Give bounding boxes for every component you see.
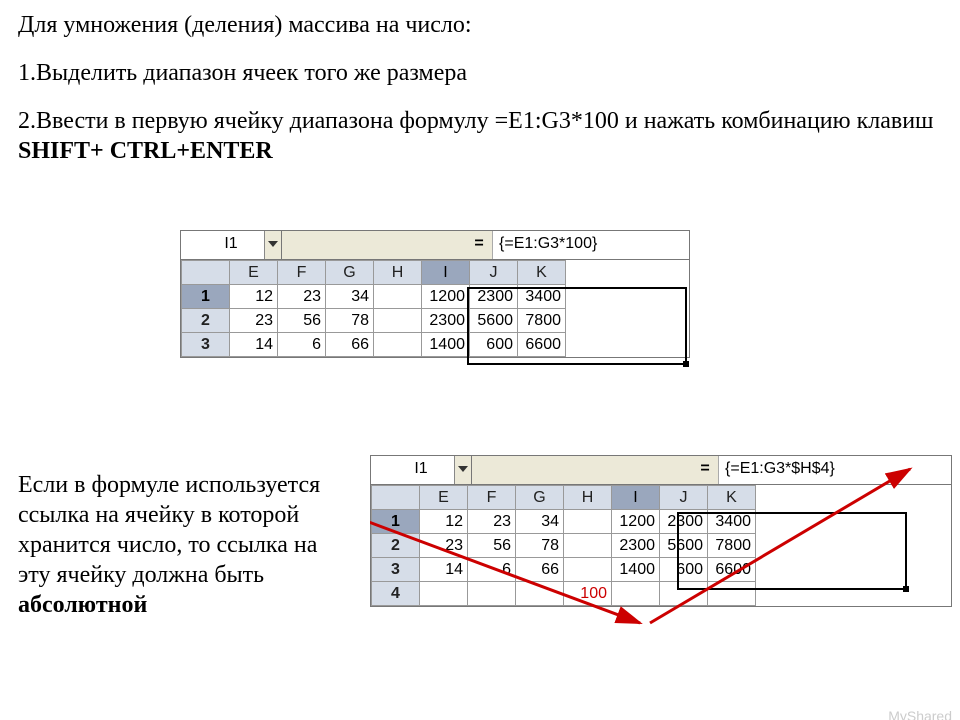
cell[interactable] (660, 582, 708, 606)
formula-input[interactable]: {=E1:G3*$H$4} (719, 456, 951, 484)
col-header[interactable]: J (470, 261, 518, 285)
note-text: Если в формуле используется ссылка на яч… (18, 472, 320, 588)
col-header[interactable]: K (708, 486, 756, 510)
absolute-ref-note: Если в формуле используется ссылка на яч… (18, 470, 348, 620)
step-2-text: 2.Ввести в первую ячейку диапазона форму… (18, 108, 934, 134)
select-all-corner[interactable] (372, 486, 420, 510)
cell[interactable]: 23 (420, 534, 468, 558)
cell[interactable]: 7800 (518, 309, 566, 333)
cell[interactable]: 12 (420, 510, 468, 534)
cell[interactable]: 1200 (612, 510, 660, 534)
watermark: MyShared (888, 708, 952, 720)
cell[interactable] (468, 582, 516, 606)
cell[interactable]: 56 (468, 534, 516, 558)
cell[interactable]: 5600 (660, 534, 708, 558)
cell[interactable]: 66 (516, 558, 564, 582)
row-header[interactable]: 1 (182, 285, 230, 309)
cell[interactable]: 56 (278, 309, 326, 333)
cell[interactable] (374, 285, 422, 309)
select-all-corner[interactable] (182, 261, 230, 285)
cell[interactable]: 14 (230, 333, 278, 357)
name-box[interactable]: I1 (371, 456, 472, 484)
cell[interactable]: 1200 (422, 285, 470, 309)
cell[interactable] (374, 309, 422, 333)
cell[interactable]: 23 (278, 285, 326, 309)
spreadsheet-1: I1 = {=E1:G3*100} E F G H I J K 1 12 23 … (180, 230, 690, 358)
intro-line: Для умножения (деления) массива на число… (18, 10, 942, 40)
cell[interactable]: 1400 (612, 558, 660, 582)
cell[interactable]: 3400 (708, 510, 756, 534)
col-header[interactable]: G (516, 486, 564, 510)
cell[interactable]: 2300 (470, 285, 518, 309)
cell[interactable] (564, 534, 612, 558)
cell[interactable]: 600 (470, 333, 518, 357)
cell[interactable]: 7800 (708, 534, 756, 558)
cell[interactable]: 6 (278, 333, 326, 357)
row-header[interactable]: 3 (182, 333, 230, 357)
name-box-value: I1 (224, 235, 237, 252)
col-header[interactable]: H (374, 261, 422, 285)
equals-label: = (466, 231, 493, 259)
row-header[interactable]: 4 (372, 582, 420, 606)
cell[interactable] (564, 510, 612, 534)
row-header[interactable]: 3 (372, 558, 420, 582)
cell[interactable]: 6600 (708, 558, 756, 582)
grid[interactable]: E F G H I J K 1 12 23 34 1200 2300 3400 … (371, 485, 756, 606)
col-header[interactable]: F (468, 486, 516, 510)
cell[interactable]: 2300 (660, 510, 708, 534)
cell[interactable] (564, 558, 612, 582)
cell[interactable]: 1400 (422, 333, 470, 357)
cell[interactable]: 23 (468, 510, 516, 534)
cell[interactable]: 6600 (518, 333, 566, 357)
row-header[interactable]: 2 (372, 534, 420, 558)
dropdown-icon[interactable] (264, 231, 281, 259)
cell[interactable]: 2300 (422, 309, 470, 333)
cell[interactable]: 6 (468, 558, 516, 582)
formula-input[interactable]: {=E1:G3*100} (493, 231, 689, 259)
col-header[interactable]: E (230, 261, 278, 285)
cell[interactable] (612, 582, 660, 606)
name-box-value: I1 (414, 460, 427, 477)
name-box[interactable]: I1 (181, 231, 282, 259)
formula-bar: I1 = {=E1:G3*100} (181, 231, 689, 260)
cell[interactable]: 5600 (470, 309, 518, 333)
step-2: 2.Ввести в первую ячейку диапазона форму… (18, 106, 942, 166)
dropdown-icon[interactable] (454, 456, 471, 484)
equals-label: = (692, 456, 719, 484)
cell[interactable]: 34 (516, 510, 564, 534)
cell[interactable]: 14 (420, 558, 468, 582)
cell[interactable]: 66 (326, 333, 374, 357)
col-header[interactable]: K (518, 261, 566, 285)
cell[interactable] (420, 582, 468, 606)
cell-absolute-value[interactable]: 100 (564, 582, 612, 606)
cell[interactable] (374, 333, 422, 357)
step-2-keys: SHIFT+ CTRL+ENTER (18, 138, 273, 164)
cell[interactable] (708, 582, 756, 606)
grid[interactable]: E F G H I J K 1 12 23 34 1200 2300 3400 … (181, 260, 566, 357)
col-header[interactable]: J (660, 486, 708, 510)
step-1: 1.Выделить диапазон ячеек того же размер… (18, 58, 942, 88)
col-header[interactable]: H (564, 486, 612, 510)
cell[interactable]: 78 (516, 534, 564, 558)
cell[interactable]: 12 (230, 285, 278, 309)
cell[interactable]: 3400 (518, 285, 566, 309)
col-header[interactable]: E (420, 486, 468, 510)
cell[interactable] (516, 582, 564, 606)
row-header[interactable]: 1 (372, 510, 420, 534)
cell[interactable]: 600 (660, 558, 708, 582)
row-header[interactable]: 2 (182, 309, 230, 333)
col-header[interactable]: I (422, 261, 470, 285)
col-header[interactable]: F (278, 261, 326, 285)
cell[interactable]: 78 (326, 309, 374, 333)
cell[interactable]: 34 (326, 285, 374, 309)
cell[interactable]: 2300 (612, 534, 660, 558)
col-header[interactable]: G (326, 261, 374, 285)
formula-bar: I1 = {=E1:G3*$H$4} (371, 456, 951, 485)
cell[interactable]: 23 (230, 309, 278, 333)
note-bold: абсолютной (18, 592, 147, 618)
col-header[interactable]: I (612, 486, 660, 510)
spreadsheet-2: I1 = {=E1:G3*$H$4} E F G H I J K 1 12 23… (370, 455, 952, 607)
